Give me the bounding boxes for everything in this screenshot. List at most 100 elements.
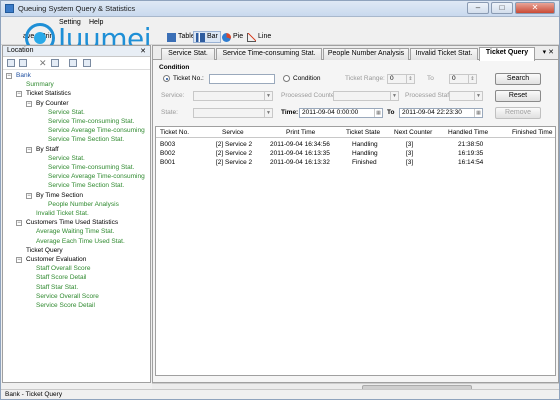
tree-item[interactable]: Service Time Section Stat. [48, 136, 124, 144]
remove-button[interactable]: Remove [495, 107, 541, 119]
tree-item[interactable]: Summary [26, 81, 54, 89]
collapse-icon[interactable]: − [6, 73, 12, 79]
refresh-icon[interactable] [7, 59, 15, 67]
line-button[interactable]: Line [247, 31, 271, 43]
tree-item[interactable]: By Staff [36, 146, 59, 154]
tree-item[interactable]: Customer Evaluation [26, 256, 86, 264]
line-chart-icon [247, 32, 256, 42]
collapse-icon[interactable]: − [16, 220, 22, 227]
tree-item[interactable]: Service Time Section Stat. [48, 182, 124, 190]
tree-item[interactable]: Service Stat. [48, 155, 85, 163]
chevron-down-icon: ▼ [264, 109, 272, 117]
condition-radio[interactable] [283, 75, 290, 82]
tab-controls[interactable]: ▾ ✕ [543, 48, 554, 56]
tree-item[interactable]: Ticket Query [26, 247, 63, 255]
tab-service-time-consuming[interactable]: Service Time-consuming Stat. [216, 48, 322, 60]
collapse-icon[interactable]: − [26, 146, 32, 153]
col-next-counter[interactable]: Next Counter [394, 129, 432, 136]
tree-item[interactable]: Average Each Time Used Stat. [36, 238, 125, 246]
col-ticket-no[interactable]: Ticket No. [160, 129, 189, 136]
panel-close-icon[interactable]: ✕ [140, 47, 146, 55]
processed-counter-select[interactable]: ▼ [333, 91, 399, 101]
tree-item[interactable]: Average Waiting Time Stat. [36, 228, 114, 236]
tree-item[interactable]: Service Score Detail [36, 302, 95, 310]
open-icon[interactable] [83, 59, 91, 67]
calendar-icon[interactable]: ▦ [374, 109, 382, 117]
tree-item[interactable]: Staff Star Stat. [36, 284, 78, 292]
tree-item[interactable]: Customers Time Used Statistics [26, 219, 118, 227]
ticket-no-input[interactable] [209, 74, 275, 84]
table-row[interactable]: B002 [2] Service 2 2011-09-04 16:13:35 Hand… [156, 149, 555, 158]
state-select[interactable]: ▼ [193, 108, 273, 118]
maximize-icon[interactable]: □ [491, 2, 513, 14]
tree-item[interactable]: Staff Overall Score [36, 265, 90, 273]
search-button[interactable]: Search [495, 73, 541, 85]
processed-staff-select[interactable]: ▼ [449, 91, 483, 101]
col-handled-time[interactable]: Handled Time [448, 129, 488, 136]
tree-item[interactable]: People Number Analysis [48, 201, 119, 209]
bar-button[interactable]: Bar [193, 31, 221, 43]
col-print-time[interactable]: Print Time [286, 129, 315, 136]
spinner-icon[interactable]: ⇕ [468, 75, 476, 83]
calendar-icon[interactable]: ▦ [474, 109, 482, 117]
status-text: Bank - Ticket Query [5, 391, 63, 398]
chevron-down-icon: ▼ [264, 92, 272, 100]
grid-header: Ticket No. Service Print Time Ticket Sta… [156, 127, 555, 138]
tab-invalid-ticket[interactable]: Invalid Ticket Stat. [410, 48, 478, 60]
col-finished-time[interactable]: Finished Time [512, 129, 552, 136]
title-bar: Queuing System Query & Statistics – □ ✕ [1, 1, 559, 17]
tree-item[interactable]: Service Time-consuming Stat. [48, 164, 134, 172]
range-to-input[interactable]: 0 ⇕ [449, 74, 477, 84]
table-cell: B001 [160, 159, 176, 166]
time-from-input[interactable]: 2011-09-04 0:00:00 ▦ [299, 108, 383, 118]
col-service[interactable]: Service [222, 129, 244, 136]
table-cell: Handling [352, 150, 378, 157]
main-panel: Service Stat. Service Time-consuming Sta… [152, 45, 559, 383]
tab-ticket-query[interactable]: Ticket Query [479, 47, 535, 61]
app-icon [5, 4, 14, 13]
reset-button[interactable]: Reset [495, 90, 541, 102]
tree-item[interactable]: Invalid Ticket Stat. [36, 210, 89, 218]
tree-item[interactable]: Ticket Statistics [26, 90, 71, 98]
col-ticket-state[interactable]: Ticket State [346, 129, 380, 136]
collapse-icon[interactable]: − [26, 192, 32, 199]
table-cell: 2011-09-04 16:13:32 [270, 159, 330, 166]
tree-item[interactable]: By Counter [36, 100, 69, 108]
table-row[interactable]: B001 [2] Service 2 2011-09-04 16:13:32 Fini… [156, 158, 555, 167]
table-row[interactable]: B003 [2] Service 2 2011-09-04 16:34:56 Hand… [156, 140, 555, 149]
table-cell: Finished [352, 159, 377, 166]
collapse-icon[interactable]: − [26, 100, 32, 107]
service-select[interactable]: ▼ [193, 91, 273, 101]
tree-item[interactable]: Service Average Time-consuming [48, 173, 145, 181]
tree-item[interactable]: By Time Section [36, 192, 83, 200]
copy-icon[interactable] [69, 59, 77, 67]
results-grid: Ticket No. Service Print Time Ticket Sta… [155, 126, 556, 376]
collapse-icon[interactable]: − [16, 91, 22, 98]
tree-item[interactable]: Bank [16, 72, 31, 80]
table-cell: [3] [406, 159, 414, 166]
delete-icon[interactable]: ✕ [39, 59, 47, 68]
pie-button[interactable]: Pie [222, 31, 243, 43]
minimize-icon[interactable]: – [467, 2, 489, 14]
tree-item[interactable]: Service Average Time-consuming [48, 127, 145, 135]
tree-item[interactable]: Service Stat. [48, 109, 85, 117]
close-icon[interactable]: ✕ [515, 2, 555, 14]
range-from-input[interactable]: 0 ⇕ [387, 74, 415, 84]
location-panel-header: Location ✕ [3, 46, 150, 57]
tree-item[interactable]: Service Time-consuming Stat. [48, 118, 134, 126]
table-cell: 2011-09-04 16:13:35 [270, 150, 330, 157]
ticket-no-radio[interactable] [163, 75, 170, 82]
edit-icon[interactable] [51, 59, 59, 67]
table-cell: [3] [406, 150, 414, 157]
time-to-input[interactable]: 2011-09-04 22:23:30 ▦ [399, 108, 483, 118]
collapse-icon[interactable]: − [16, 257, 22, 263]
range-to-label: To [427, 75, 434, 82]
tree-item[interactable]: Staff Score Detail [36, 274, 86, 282]
service-label: Service: [161, 92, 185, 99]
tab-people-number[interactable]: People Number Analysis [323, 48, 409, 60]
table-cell: [2] Service 2 [216, 159, 253, 166]
tab-service-stat[interactable]: Service Stat. [161, 48, 215, 60]
tree-item[interactable]: Service Overall Score [36, 293, 99, 301]
expand-icon[interactable] [19, 59, 27, 67]
spinner-icon[interactable]: ⇕ [406, 75, 414, 83]
